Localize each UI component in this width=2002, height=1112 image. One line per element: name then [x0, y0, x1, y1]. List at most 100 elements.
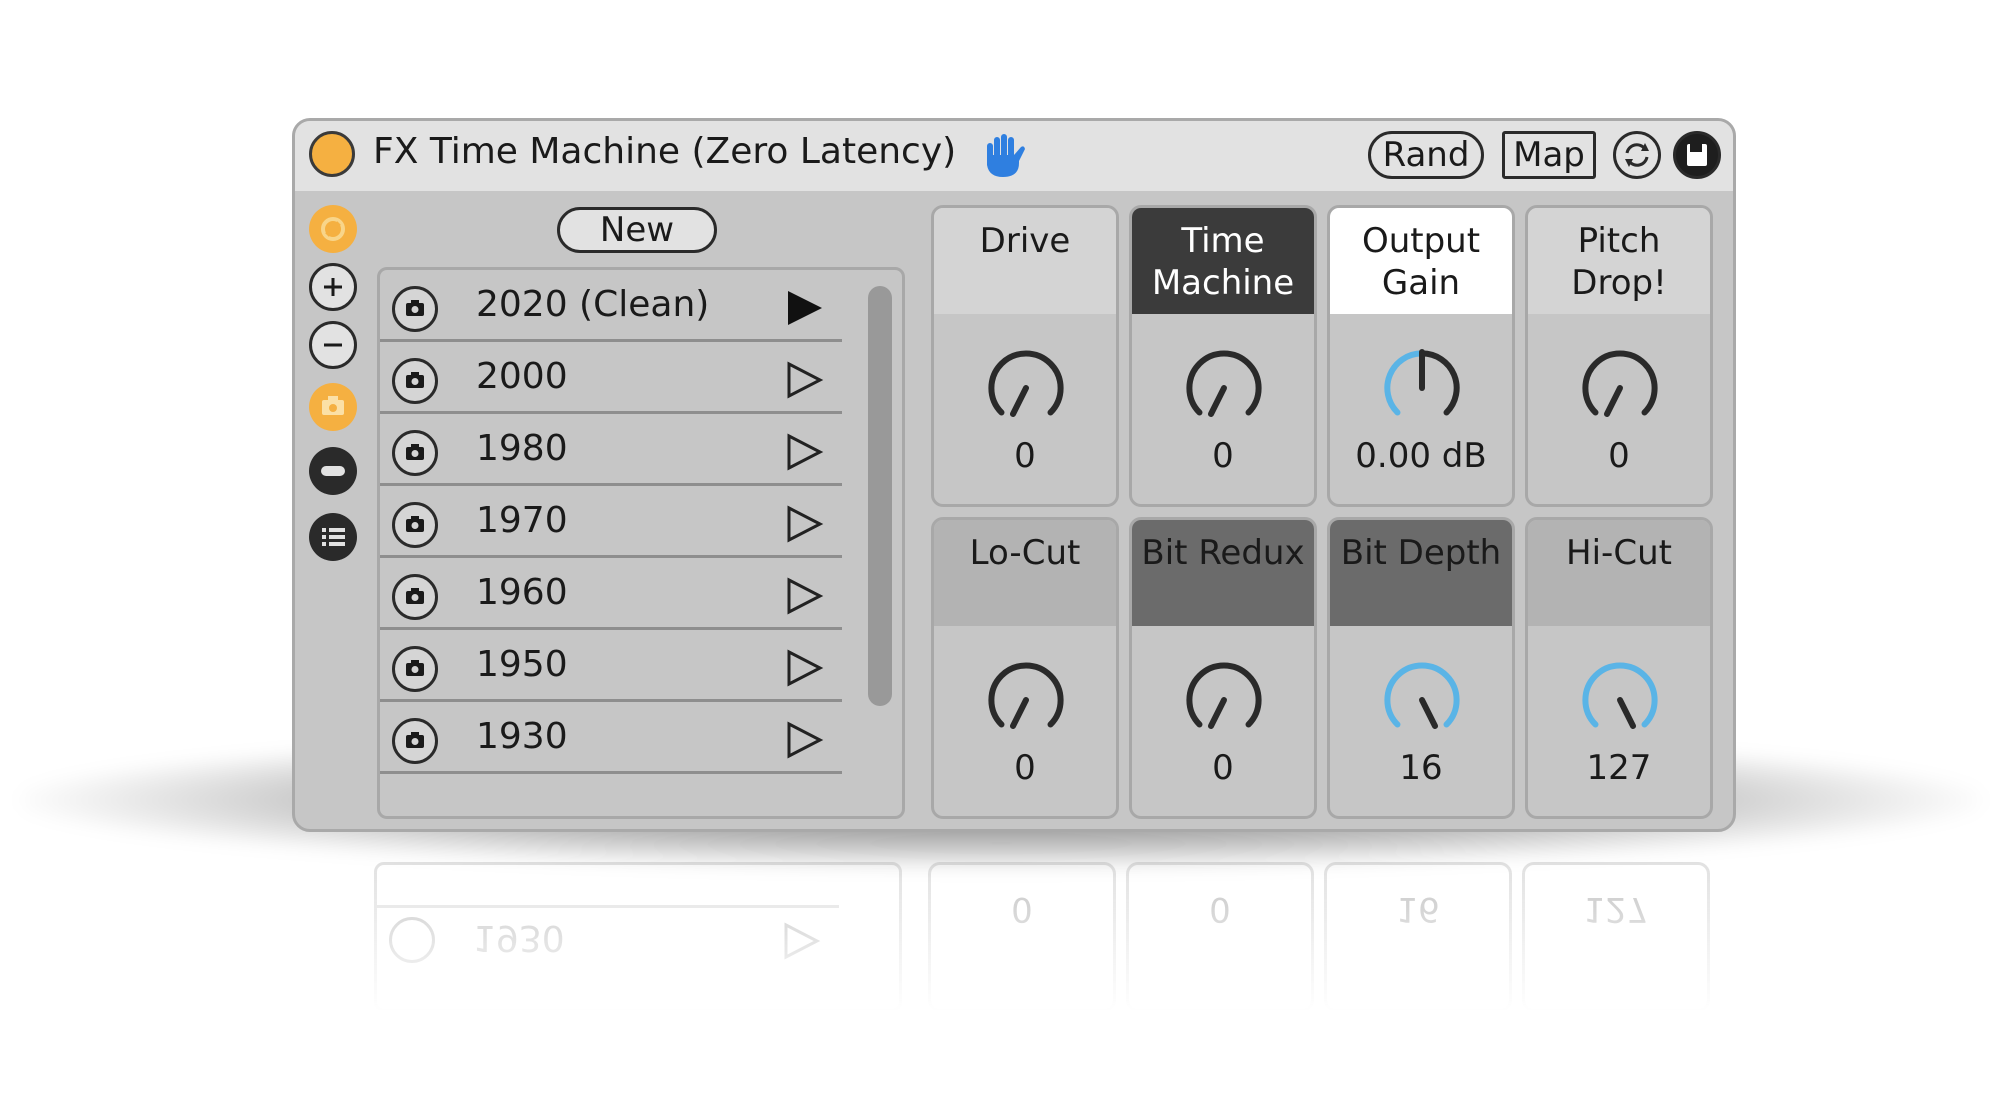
- snapshot-list: 2020 (Clean) 2000 1980 1970 1960 1950 19…: [377, 267, 905, 819]
- lo-cut-param[interactable]: Lo-Cut 0: [931, 517, 1119, 819]
- hi-cut-knob[interactable]: [1570, 650, 1670, 750]
- play-outline-icon[interactable]: [784, 648, 824, 688]
- bit-depth-param[interactable]: Bit Depth 16: [1327, 517, 1515, 819]
- param-value: 16: [1399, 748, 1443, 788]
- snapshot-camera-button[interactable]: [392, 286, 438, 332]
- camera-icon: [322, 396, 344, 415]
- snapshot-camera-button[interactable]: [392, 646, 438, 692]
- param-label: Lo-Cut: [934, 520, 1116, 626]
- drive-param[interactable]: Drive 0: [931, 205, 1119, 507]
- reflection-camera-icon: [389, 917, 435, 963]
- save-button[interactable]: [1673, 131, 1721, 179]
- list-item[interactable]: 1970: [380, 486, 842, 558]
- output-gain-knob[interactable]: [1372, 338, 1472, 438]
- macro-sync-button[interactable]: [309, 205, 357, 253]
- plus-icon: [324, 278, 342, 296]
- pitch-drop-knob[interactable]: [1570, 338, 1670, 438]
- param-value: 0.00 dB: [1355, 436, 1487, 476]
- camera-icon: [406, 516, 424, 532]
- randomize-toggle-button[interactable]: [309, 447, 357, 495]
- reflection-cell: 16: [1324, 862, 1512, 1012]
- sync-icon: [1625, 143, 1649, 167]
- link-icon: [321, 217, 345, 241]
- device-reflection: 1930 0 0 16 127: [292, 852, 1736, 1012]
- param-label: Time Machine: [1132, 208, 1314, 314]
- title-bar: FX Time Machine (Zero Latency) Rand Map: [295, 121, 1733, 191]
- play-outline-icon[interactable]: [784, 576, 824, 616]
- param-label: Pitch Drop!: [1528, 208, 1710, 314]
- reflection-value: 0: [1011, 889, 1033, 929]
- camera-icon: [406, 588, 424, 604]
- param-value: 0: [1608, 436, 1630, 476]
- map-button[interactable]: Map: [1502, 131, 1596, 179]
- play-outline-icon[interactable]: [784, 360, 824, 400]
- bit-redux-knob[interactable]: [1174, 650, 1274, 750]
- snapshot-view-button[interactable]: [309, 383, 357, 431]
- play-outline-icon[interactable]: [784, 720, 824, 760]
- snapshot-camera-button[interactable]: [392, 574, 438, 620]
- list-item[interactable]: 2020 (Clean): [380, 270, 842, 342]
- list-item[interactable]: 1930: [380, 702, 842, 774]
- snapshot-camera-button[interactable]: [392, 502, 438, 548]
- list-scrollbar[interactable]: [868, 286, 892, 706]
- snapshot-label: 1960: [476, 572, 568, 613]
- reflection-cell: 127: [1522, 862, 1710, 1012]
- device-title: FX Time Machine (Zero Latency): [373, 131, 957, 172]
- list-item[interactable]: 1960: [380, 558, 842, 630]
- param-value: 0: [1212, 436, 1234, 476]
- reflection-divider: [377, 905, 839, 908]
- list-item[interactable]: 1980: [380, 414, 842, 486]
- snapshot-camera-button[interactable]: [392, 358, 438, 404]
- param-label: Bit Redux: [1132, 520, 1314, 626]
- snapshot-label: 2000: [476, 356, 568, 397]
- rand-button[interactable]: Rand: [1368, 131, 1484, 179]
- reflection-list: 1930: [374, 862, 902, 1012]
- device-panel: FX Time Machine (Zero Latency) Rand Map: [292, 118, 1736, 832]
- hi-cut-param[interactable]: Hi-Cut 127: [1525, 517, 1713, 819]
- list-item[interactable]: 2000: [380, 342, 842, 414]
- camera-icon: [406, 444, 424, 460]
- new-snapshot-button[interactable]: New: [557, 207, 717, 253]
- snapshot-label: 1980: [476, 428, 568, 469]
- drive-knob[interactable]: [976, 338, 1076, 438]
- param-label: Output Gain: [1330, 208, 1512, 314]
- param-label: Drive: [934, 208, 1116, 314]
- play-outline-icon[interactable]: [784, 432, 824, 472]
- snapshot-camera-button[interactable]: [392, 718, 438, 764]
- time-machine-knob[interactable]: [1174, 338, 1274, 438]
- pitch-drop-param[interactable]: Pitch Drop! 0: [1525, 205, 1713, 507]
- param-label: Bit Depth: [1330, 520, 1512, 626]
- reflection-play-icon: [784, 922, 821, 960]
- remove-macro-button[interactable]: [309, 321, 357, 369]
- list-item[interactable]: 1950: [380, 630, 842, 702]
- time-machine-param[interactable]: Time Machine 0: [1129, 205, 1317, 507]
- list-view-button[interactable]: [309, 513, 357, 561]
- reflection-value: 127: [1583, 889, 1649, 929]
- param-value: 0: [1014, 748, 1036, 788]
- device-power-toggle[interactable]: [309, 131, 355, 177]
- list-icon: [322, 528, 345, 546]
- camera-icon: [406, 732, 424, 748]
- play-filled-icon[interactable]: [784, 288, 824, 328]
- play-outline-icon[interactable]: [784, 504, 824, 544]
- lo-cut-knob[interactable]: [976, 650, 1076, 750]
- param-label: Hi-Cut: [1528, 520, 1710, 626]
- snapshot-camera-button[interactable]: [392, 430, 438, 476]
- reflection-value: 0: [1209, 889, 1231, 929]
- snapshot-label: 1950: [476, 644, 568, 685]
- save-icon: [1687, 144, 1707, 166]
- snapshot-label: 1970: [476, 500, 568, 541]
- bit-redux-param[interactable]: Bit Redux 0: [1129, 517, 1317, 819]
- camera-icon: [406, 660, 424, 676]
- reflection-cell: 0: [928, 862, 1116, 1012]
- output-gain-param[interactable]: Output Gain 0.00 dB: [1327, 205, 1515, 507]
- bit-depth-knob[interactable]: [1372, 650, 1472, 750]
- sync-button[interactable]: [1613, 131, 1661, 179]
- reflection-label: 1930: [473, 917, 565, 958]
- param-value: 0: [1014, 436, 1036, 476]
- snapshot-label: 1930: [476, 716, 568, 757]
- add-macro-button[interactable]: [309, 263, 357, 311]
- camera-icon: [406, 372, 424, 388]
- camera-icon: [406, 300, 424, 316]
- hand-icon: [987, 134, 1025, 177]
